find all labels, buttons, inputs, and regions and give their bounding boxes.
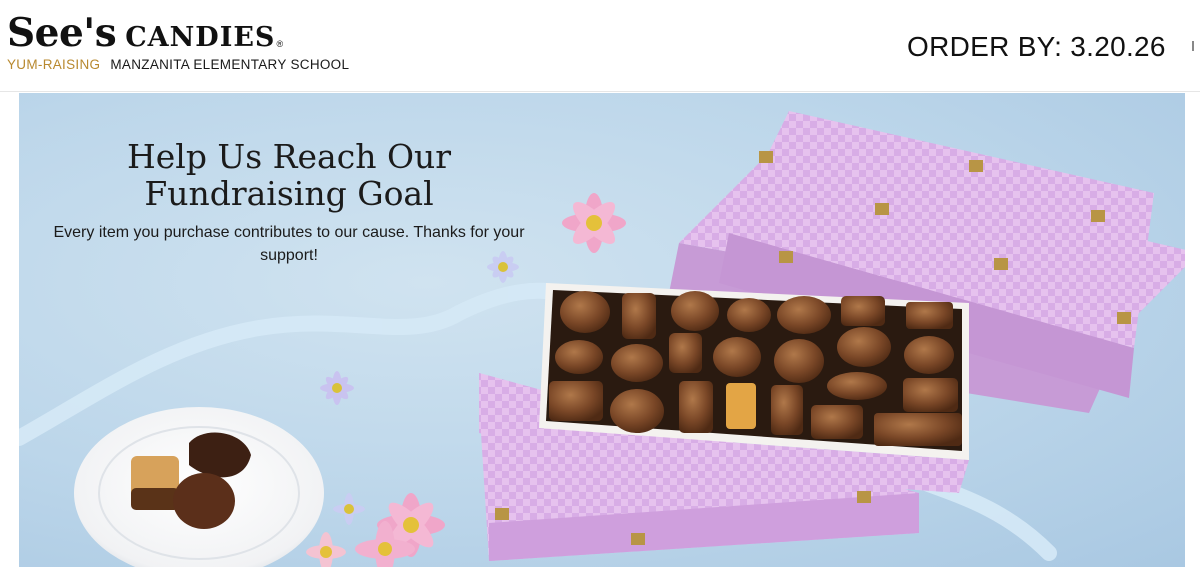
school-name: MANZANITA ELEMENTARY SCHOOL (110, 57, 350, 72)
chocolate-box (534, 283, 969, 493)
order-deadline: ORDER BY: 3.20.26 (907, 31, 1166, 62)
hero-subtext: Every item you purchase contributes to o… (53, 224, 525, 264)
header-edge-mark (1192, 41, 1194, 51)
brand-subtitle: YUM-RAISING MANZANITA ELEMENTARY SCHOOL (7, 57, 349, 72)
brand-logo[interactable]: See's CANDIES ® YUM-RAISING MANZANITA EL… (7, 14, 349, 73)
site-header: See's CANDIES ® YUM-RAISING MANZANITA EL… (0, 0, 1200, 92)
brand-name: See's (7, 10, 117, 56)
registered-mark: ® (276, 39, 284, 49)
candy-plate (74, 407, 324, 567)
brand-name-suffix: CANDIES (125, 22, 276, 53)
hero-banner: Help Us Reach Our Fundraising Goal Every… (19, 93, 1185, 567)
hero-headline: Help Us Reach Our Fundraising Goal (126, 137, 452, 213)
brand-wordmark: See's CANDIES ® (7, 14, 349, 53)
program-label: YUM-RAISING (7, 57, 101, 72)
